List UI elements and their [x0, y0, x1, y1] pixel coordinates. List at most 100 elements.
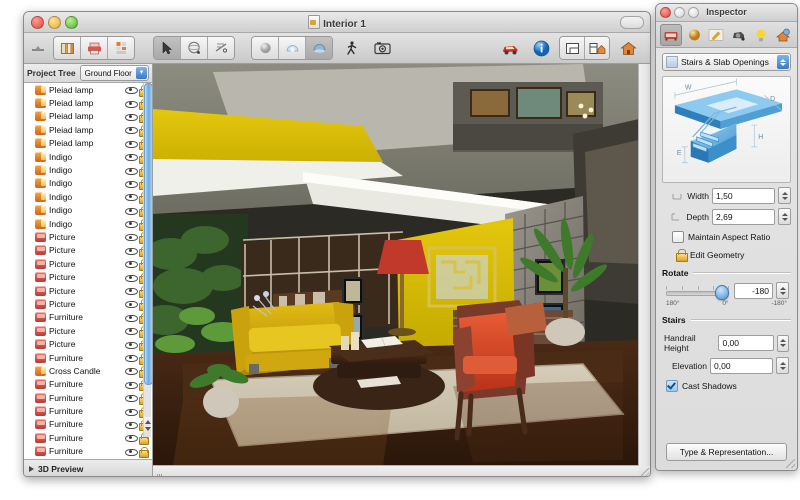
- eye-icon[interactable]: [125, 406, 138, 416]
- eye-icon[interactable]: [125, 192, 138, 202]
- project-tree-list[interactable]: Pleiad lamp Pleiad lamp Pleiad lamp Pleiad …: [24, 83, 152, 459]
- scrollbar-arrows[interactable]: [144, 417, 151, 437]
- tree-row[interactable]: Furniture: [24, 378, 152, 392]
- eye-icon[interactable]: [125, 366, 138, 376]
- tab-edit[interactable]: [706, 25, 726, 45]
- width-input[interactable]: 1,50: [712, 187, 775, 204]
- cast-shadows-row[interactable]: Cast Shadows: [664, 380, 789, 392]
- scroll-down-icon[interactable]: [144, 427, 151, 431]
- materials-tool-button[interactable]: [108, 37, 134, 59]
- camera-tool-button[interactable]: [369, 37, 395, 59]
- tree-row[interactable]: Furniture: [24, 351, 152, 365]
- maintain-aspect-ratio-checkbox[interactable]: [672, 231, 684, 243]
- tree-row[interactable]: Pleiad lamp: [24, 137, 152, 151]
- toolbar-toggle-button[interactable]: [620, 16, 644, 29]
- lock-icon[interactable]: [138, 446, 149, 459]
- eye-icon[interactable]: [125, 259, 138, 269]
- section-tool-button[interactable]: [208, 37, 234, 59]
- eye-icon[interactable]: [125, 205, 138, 215]
- eye-icon[interactable]: [125, 219, 138, 229]
- scroll-up-icon[interactable]: [144, 420, 151, 424]
- elevation-view-tool-button[interactable]: [585, 37, 609, 59]
- walkthrough-tool-button[interactable]: [338, 37, 364, 59]
- tab-furniture[interactable]: [660, 24, 683, 46]
- rotate-input[interactable]: -180: [734, 282, 773, 299]
- tree-row[interactable]: Pleiad lamp: [24, 83, 152, 97]
- render-sphere-tool-button[interactable]: [252, 37, 279, 59]
- tree-row[interactable]: Picture: [24, 284, 152, 298]
- home-view-tool-button[interactable]: [615, 37, 641, 59]
- print-tool-button[interactable]: [81, 37, 108, 59]
- depth-stepper[interactable]: [778, 208, 791, 225]
- eye-icon[interactable]: [125, 312, 138, 322]
- viewport-horizontal-scrollbar[interactable]: [153, 465, 639, 476]
- tree-row[interactable]: Furniture: [24, 404, 152, 419]
- eye-icon[interactable]: [125, 419, 138, 429]
- eye-icon[interactable]: [125, 138, 138, 148]
- tree-row[interactable]: Picture: [24, 297, 152, 311]
- edit-geometry-row[interactable]: Edit Geometry: [662, 249, 791, 262]
- arrow-select-tool-button[interactable]: [154, 37, 181, 59]
- eye-icon[interactable]: [125, 379, 138, 389]
- handrail-height-input[interactable]: 0,00: [718, 335, 775, 351]
- object-type-selector[interactable]: Stairs & Slab Openings: [662, 53, 791, 71]
- scrollbar-thumb[interactable]: [144, 83, 152, 385]
- tree-row[interactable]: Indigo: [24, 217, 152, 231]
- cast-shadows-checkbox[interactable]: [666, 380, 678, 392]
- floor-selector[interactable]: Ground Floor ▼: [79, 65, 149, 81]
- eye-icon[interactable]: [125, 232, 138, 242]
- tree-row[interactable]: Picture: [24, 230, 152, 244]
- eye-icon[interactable]: [125, 433, 138, 443]
- sun-tool-button[interactable]: [279, 37, 306, 59]
- tree-row[interactable]: Furniture: [24, 311, 152, 325]
- depth-input[interactable]: 2,69: [712, 208, 775, 225]
- tab-camera[interactable]: [729, 25, 749, 45]
- project-tree-scrollbar[interactable]: [143, 83, 152, 437]
- viewport-resize-corner[interactable]: [639, 466, 650, 476]
- light-tool-button[interactable]: [306, 37, 332, 59]
- tree-row[interactable]: Indigo: [24, 150, 152, 164]
- tree-row[interactable]: Cross Candle: [24, 364, 152, 378]
- type-representation-button[interactable]: Type & Representation...: [666, 443, 787, 461]
- eye-icon[interactable]: [125, 111, 138, 121]
- tree-row[interactable]: Furniture: [24, 418, 152, 432]
- eye-icon[interactable]: [125, 326, 138, 336]
- plan-view-tool-button[interactable]: [560, 37, 585, 59]
- tree-row[interactable]: Furniture: [24, 391, 152, 405]
- tab-light[interactable]: [751, 25, 771, 45]
- eye-icon[interactable]: [125, 393, 138, 403]
- eye-icon[interactable]: [125, 339, 138, 349]
- tab-materials[interactable]: [684, 25, 704, 45]
- rotate-slider[interactable]: [666, 285, 730, 300]
- eye-icon[interactable]: [125, 353, 138, 363]
- tree-row[interactable]: Indigo: [24, 204, 152, 218]
- bookshelf-tool-button[interactable]: [54, 37, 81, 59]
- tree-row[interactable]: Indigo: [24, 190, 152, 204]
- eye-icon[interactable]: [125, 152, 138, 162]
- elevation-stepper[interactable]: [776, 357, 789, 374]
- eye-icon[interactable]: [125, 299, 138, 309]
- tree-row[interactable]: Furniture: [24, 458, 152, 459]
- measure-tool-button[interactable]: [28, 37, 48, 59]
- viewport-vertical-scrollbar[interactable]: [638, 64, 650, 466]
- tree-row[interactable]: Picture: [24, 244, 152, 258]
- tree-row[interactable]: Indigo: [24, 163, 152, 178]
- tree-row[interactable]: Pleiad lamp: [24, 123, 152, 137]
- handrail-height-stepper[interactable]: [777, 334, 789, 352]
- rendered-interior-scene[interactable]: [153, 64, 639, 466]
- object-type-stepper[interactable]: [777, 55, 789, 69]
- inspector-resize-grip[interactable]: [786, 459, 795, 468]
- eye-icon[interactable]: [125, 272, 138, 282]
- eye-icon[interactable]: [125, 165, 138, 175]
- scrollbar-grip-icon[interactable]: [157, 468, 164, 476]
- eye-icon[interactable]: [125, 178, 138, 188]
- tree-row[interactable]: Picture: [24, 270, 152, 285]
- eye-icon[interactable]: [125, 125, 138, 135]
- tab-settings[interactable]: [773, 25, 793, 45]
- tree-row[interactable]: Pleiad lamp: [24, 110, 152, 124]
- tree-row[interactable]: Picture: [24, 257, 152, 271]
- width-stepper[interactable]: [778, 187, 791, 204]
- eye-icon[interactable]: [125, 286, 138, 296]
- eye-icon[interactable]: [125, 446, 138, 456]
- viewport-3d[interactable]: [153, 64, 650, 476]
